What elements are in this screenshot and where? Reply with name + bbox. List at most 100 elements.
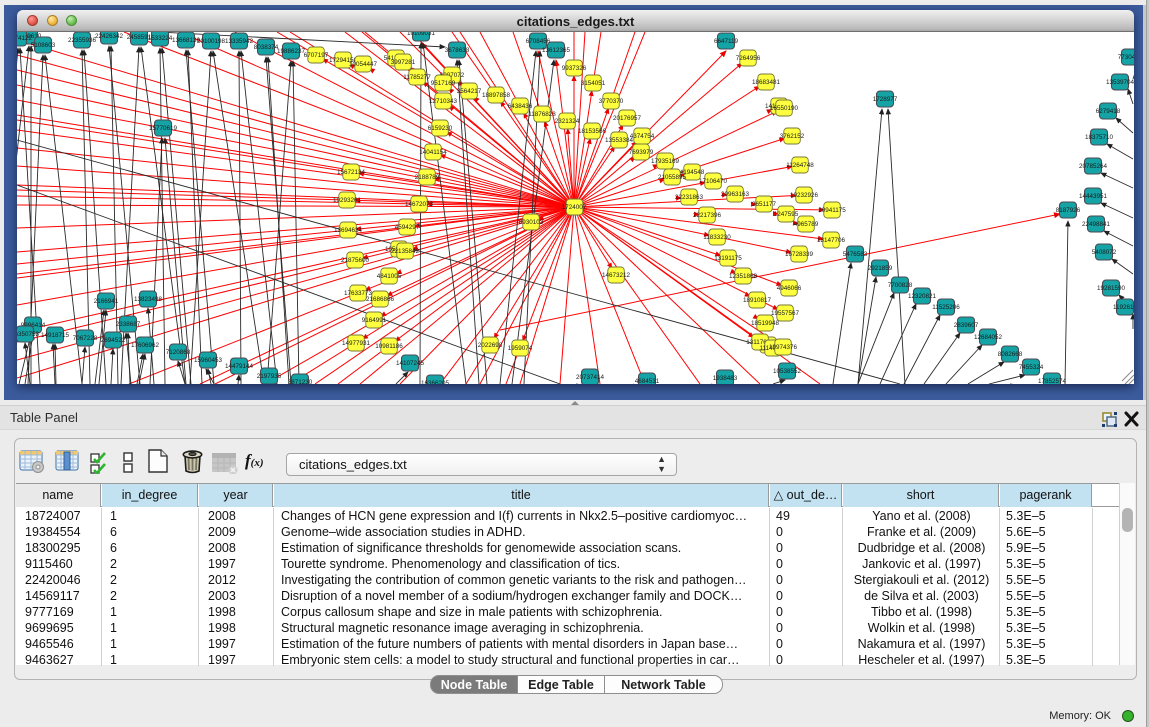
svg-text:11264748: 11264748 bbox=[786, 162, 814, 169]
svg-text:14107245: 14107245 bbox=[396, 360, 425, 367]
svg-text:15960453: 15960453 bbox=[194, 357, 223, 364]
svg-text:18147706: 18147706 bbox=[817, 237, 846, 244]
svg-text:1959074: 1959074 bbox=[508, 345, 533, 352]
svg-text:16350753: 16350753 bbox=[17, 331, 39, 338]
svg-text:12320821: 12320821 bbox=[908, 293, 937, 300]
svg-text:1938483: 1938483 bbox=[713, 375, 738, 382]
svg-text:17606962: 17606962 bbox=[131, 342, 160, 349]
svg-text:13823498: 13823498 bbox=[134, 296, 163, 303]
svg-text:4594297: 4594297 bbox=[395, 224, 420, 231]
svg-text:22135842: 22135842 bbox=[391, 248, 420, 255]
svg-text:14041154: 14041154 bbox=[419, 149, 447, 156]
svg-text:21875600: 21875600 bbox=[341, 257, 370, 264]
svg-text:9937326: 9937326 bbox=[562, 65, 587, 72]
svg-text:12351868: 12351868 bbox=[729, 273, 758, 280]
svg-text:4684531: 4684531 bbox=[635, 378, 660, 384]
svg-text:14479144: 14479144 bbox=[225, 363, 254, 370]
svg-text:4946066: 4946066 bbox=[777, 285, 802, 292]
svg-text:4965789: 4965789 bbox=[794, 221, 819, 228]
svg-text:16550190: 16550190 bbox=[770, 105, 799, 112]
svg-text:16374122: 16374122 bbox=[17, 35, 32, 42]
svg-text:2694522: 2694522 bbox=[101, 337, 126, 344]
svg-text:6279418: 6279418 bbox=[1096, 108, 1121, 115]
svg-text:11833230: 11833230 bbox=[703, 234, 731, 241]
svg-text:1724007: 1724007 bbox=[562, 204, 587, 211]
svg-text:7120868: 7120868 bbox=[166, 349, 191, 356]
svg-text:4841005: 4841005 bbox=[377, 273, 402, 280]
svg-text:8082668: 8082668 bbox=[998, 351, 1023, 358]
svg-text:19886237: 19886237 bbox=[277, 48, 306, 55]
svg-text:7730428: 7730428 bbox=[1118, 54, 1134, 61]
svg-text:14918715: 14918715 bbox=[41, 332, 70, 339]
svg-text:2188789: 2188789 bbox=[415, 174, 440, 181]
svg-text:22231863: 22231863 bbox=[675, 194, 704, 201]
svg-text:8038374: 8038374 bbox=[254, 44, 279, 51]
svg-text:3678638: 3678638 bbox=[445, 47, 470, 54]
svg-text:2839607: 2839607 bbox=[954, 322, 979, 329]
svg-text:3770370: 3770370 bbox=[599, 98, 624, 105]
svg-text:1533224: 1533224 bbox=[148, 35, 173, 42]
svg-text:19232926: 19232926 bbox=[790, 192, 819, 199]
svg-text:7693979: 7693979 bbox=[629, 149, 654, 156]
svg-text:15672134: 15672134 bbox=[337, 169, 366, 176]
svg-text:18910817: 18910817 bbox=[743, 297, 772, 304]
svg-text:3564217: 3564217 bbox=[457, 88, 482, 95]
svg-text:4374754: 4374754 bbox=[630, 133, 655, 140]
svg-text:16728339: 16728339 bbox=[785, 251, 814, 258]
svg-text:14672073: 14672073 bbox=[405, 201, 434, 208]
svg-text:15770619: 15770619 bbox=[149, 125, 178, 132]
svg-text:13191175: 13191175 bbox=[714, 255, 742, 262]
svg-text:10981186: 10981186 bbox=[375, 343, 403, 350]
svg-text:13335942: 13335942 bbox=[225, 38, 254, 45]
svg-text:19293261: 19293261 bbox=[333, 197, 362, 204]
svg-text:10054447: 10054447 bbox=[349, 61, 378, 68]
svg-text:17935169: 17935169 bbox=[651, 158, 680, 165]
svg-text:3997281: 3997281 bbox=[391, 59, 416, 66]
svg-text:11876828: 11876828 bbox=[528, 111, 556, 118]
svg-text:14977931: 14977931 bbox=[342, 340, 371, 347]
svg-text:12684052: 12684052 bbox=[974, 334, 1003, 341]
svg-text:6707197: 6707197 bbox=[304, 52, 329, 59]
svg-text:2022698: 2022698 bbox=[478, 342, 503, 349]
svg-text:5476583: 5476583 bbox=[843, 251, 868, 258]
svg-text:1247595: 1247595 bbox=[774, 211, 799, 218]
svg-text:2338687: 2338687 bbox=[116, 321, 141, 328]
svg-text:22217396: 22217396 bbox=[693, 212, 722, 219]
svg-text:2921859: 2921859 bbox=[868, 265, 893, 272]
svg-text:14443951: 14443951 bbox=[1079, 193, 1108, 200]
svg-text:19557567: 19557567 bbox=[771, 310, 800, 317]
svg-text:1728977: 1728977 bbox=[873, 96, 898, 103]
svg-text:6159230: 6159230 bbox=[428, 125, 453, 132]
svg-text:17106470: 17106470 bbox=[699, 178, 728, 185]
svg-text:22355936: 22355936 bbox=[68, 37, 97, 44]
svg-text:9164991: 9164991 bbox=[362, 317, 387, 324]
svg-text:20941175: 20941175 bbox=[818, 207, 846, 214]
svg-text:3154051: 3154051 bbox=[581, 80, 606, 87]
svg-text:21686866: 21686866 bbox=[366, 296, 395, 303]
svg-text:18683481: 18683481 bbox=[752, 79, 781, 86]
svg-text:13539704: 13539704 bbox=[1106, 79, 1134, 86]
svg-text:21055895: 21055895 bbox=[658, 174, 687, 181]
svg-text:11525206: 11525206 bbox=[932, 304, 960, 311]
svg-text:11785277: 11785277 bbox=[403, 74, 431, 81]
svg-text:22426342: 22426342 bbox=[95, 33, 124, 40]
svg-text:19281590: 19281590 bbox=[1097, 285, 1126, 292]
svg-text:18897858: 18897858 bbox=[482, 92, 511, 99]
svg-text:3871230: 3871230 bbox=[288, 379, 313, 384]
svg-text:7455324: 7455324 bbox=[1019, 364, 1044, 371]
svg-text:13612365: 13612365 bbox=[542, 47, 571, 54]
svg-text:2651177: 2651177 bbox=[752, 201, 777, 208]
svg-text:20100198: 20100198 bbox=[197, 38, 226, 45]
svg-text:7700828: 7700828 bbox=[888, 282, 913, 289]
svg-text:8187926: 8187926 bbox=[1056, 207, 1081, 214]
svg-text:7067228: 7067228 bbox=[73, 335, 98, 342]
svg-text:19974376: 19974376 bbox=[769, 344, 798, 351]
svg-text:18153566: 18153566 bbox=[578, 128, 607, 135]
svg-text:14673212: 14673212 bbox=[602, 272, 631, 279]
svg-text:20176957: 20176957 bbox=[613, 115, 642, 122]
svg-text:18519948: 18519948 bbox=[751, 320, 780, 327]
svg-text:20737414: 20737414 bbox=[576, 374, 605, 381]
svg-text:1192619: 1192619 bbox=[1113, 304, 1134, 311]
svg-text:8930103: 8930103 bbox=[519, 219, 544, 226]
svg-text:6647119: 6647119 bbox=[714, 38, 739, 45]
